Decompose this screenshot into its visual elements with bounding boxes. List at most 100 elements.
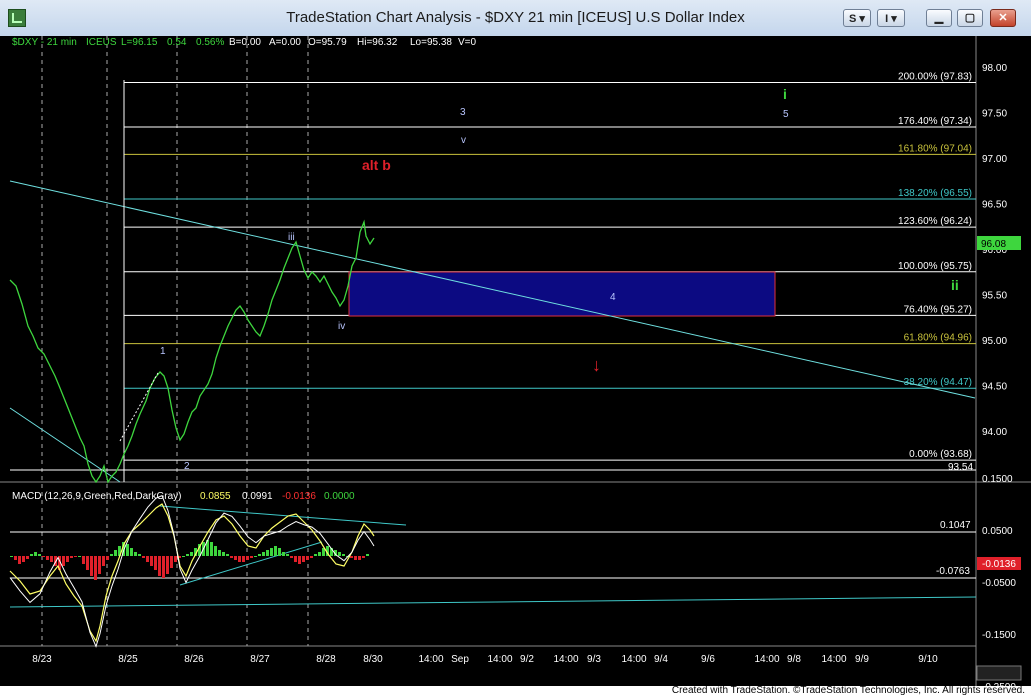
symbol-label: $DXY - 21 min <box>12 37 77 48</box>
wave-v-label: v <box>461 135 466 146</box>
close-button[interactable]: ✕ <box>990 9 1016 27</box>
macd-histogram-bar <box>110 554 113 556</box>
bid-value: B=0.00 <box>229 37 261 48</box>
change-pct: 0.56% <box>196 37 224 48</box>
price-line[interactable] <box>9 219 375 484</box>
macd-axis-label: 0.0500 <box>982 526 1013 537</box>
i-menu-button[interactable]: I ▾ <box>877 9 905 27</box>
s-button-label: S <box>849 13 857 25</box>
open-value: O=95.79 <box>308 37 347 48</box>
chart-area[interactable]: 200.00% (97.83) 176.40% (97.34) 161.80% (9… <box>0 36 1031 693</box>
macd-histogram-bar <box>306 556 309 560</box>
macd-value-2: 0.0991 <box>242 491 273 502</box>
macd-histogram-bar <box>338 552 341 556</box>
macd-header: MACD (12,26,9,Green,Red,DarkGray) 0.0855… <box>12 491 355 502</box>
macd-histogram-bar <box>34 552 37 556</box>
macd-histogram-bar <box>190 552 193 556</box>
fib-level-label: 38.20% (94.47) <box>904 377 972 388</box>
time-axis-label: 8/28 <box>316 654 336 665</box>
macd-axis-label: 0.1500 <box>982 474 1013 485</box>
macd-histogram-bar <box>238 556 241 562</box>
macd-upper-tag: 0.1047 <box>940 520 971 531</box>
macd-histogram-bar <box>102 556 105 566</box>
minimize-button[interactable]: ▁ <box>926 9 952 27</box>
fib-level-label: 161.80% (97.04) <box>898 143 972 154</box>
macd-histogram-bar <box>10 556 13 557</box>
maximize-icon: ▢ <box>964 12 976 24</box>
macd-histogram-bar <box>298 556 301 564</box>
fib-level-label: 200.00% (97.83) <box>898 71 972 82</box>
price-axis-label: 98.00 <box>982 63 1007 74</box>
macd-histogram-bar <box>278 548 281 556</box>
time-axis-label: 9/4 <box>654 654 668 665</box>
time-axis-label: 9/6 <box>701 654 715 665</box>
macd-histogram-bar <box>210 542 213 556</box>
time-axis-label: 14:00 <box>821 654 846 665</box>
wave-5-label: 5 <box>783 109 789 120</box>
ask-value: A=0.00 <box>269 37 301 48</box>
footer: Created with TradeStation. ©TradeStation… <box>0 685 1031 698</box>
macd-histogram-bar <box>270 548 273 556</box>
title-bar: TradeStation Chart Analysis - $DXY 21 mi… <box>0 0 1031 37</box>
macd-histogram-bar <box>302 556 305 562</box>
macd-value-1: 0.0855 <box>200 491 231 502</box>
macd-histogram-bar <box>274 546 277 556</box>
time-axis-label: 14:00 <box>621 654 646 665</box>
base-level-tag: 93.54 <box>948 462 973 473</box>
macd-histogram-bar <box>86 556 89 570</box>
wave-4-target-zone[interactable] <box>348 271 776 317</box>
s-menu-button[interactable]: S ▾ <box>843 9 871 27</box>
macd-histogram-bar <box>310 556 313 558</box>
time-axis: 8/23 8/25 8/26 8/27 8/28 8/30 14:00 Sep 14:00 9/2… <box>32 654 938 665</box>
macd-lower-tag: -0.0763 <box>936 566 970 577</box>
time-axis-label: 8/26 <box>184 654 204 665</box>
macd-histogram-bar <box>266 550 269 556</box>
macd-value-4: 0.0000 <box>324 491 355 502</box>
macd-histogram-bar <box>114 550 117 556</box>
time-axis-label: 8/23 <box>32 654 52 665</box>
macd-histogram-bar <box>250 556 253 558</box>
footer-copyright: Created with TradeStation. ©TradeStation… <box>671 685 1025 696</box>
macd-top-trendline <box>159 505 407 526</box>
macd-histogram-bar <box>354 556 357 560</box>
macd-histogram-bar <box>342 554 345 556</box>
macd-histogram-bar <box>242 556 245 562</box>
macd-histogram-bar <box>90 556 93 576</box>
macd-histogram-bar <box>94 556 97 580</box>
fib-level-label: 123.60% (96.24) <box>898 216 972 227</box>
time-axis-label: 9/3 <box>587 654 601 665</box>
price-axis-label: 97.50 <box>982 109 1007 120</box>
wave-2-label: 2 <box>184 461 190 472</box>
time-axis-label: 8/27 <box>250 654 270 665</box>
chart-header: $DXY - 21 min ICEUS L=96.15 0.54 0.56% B… <box>12 37 477 48</box>
time-axis-label: 9/2 <box>520 654 534 665</box>
chart-canvas[interactable]: 200.00% (97.83) 176.40% (97.34) 161.80% (9… <box>0 36 1031 693</box>
macd-histogram-bar <box>138 554 141 556</box>
macd-histogram-bar <box>106 556 109 560</box>
wave-iv-label: iv <box>338 321 345 332</box>
macd-histogram-bar <box>214 546 217 556</box>
fib-level-label: 176.40% (97.34) <box>898 116 972 127</box>
chart-scrollbar[interactable] <box>976 665 1022 681</box>
time-axis-label: 8/30 <box>363 654 383 665</box>
macd-histogram-bar <box>14 556 17 560</box>
macd-bottom-trendline <box>9 596 977 608</box>
lower-trendline[interactable] <box>9 407 121 483</box>
upper-trendline[interactable] <box>9 180 976 399</box>
macd-histogram-bar <box>314 554 317 556</box>
macd-histogram-bar <box>26 556 29 559</box>
current-price-label: 96.08 <box>981 239 1006 250</box>
price-axis-label: 94.50 <box>982 382 1007 393</box>
maximize-button[interactable]: ▢ <box>957 9 983 27</box>
last-price: L=96.15 <box>121 37 158 48</box>
macd-histogram-bar <box>142 556 145 558</box>
macd-histogram-bar <box>42 556 45 557</box>
macd-histogram-bar <box>286 554 289 556</box>
time-axis-label: 9/10 <box>918 654 938 665</box>
close-icon: ✕ <box>998 12 1008 24</box>
price-axis-label: 94.00 <box>982 427 1007 438</box>
macd-title: MACD (12,26,9,Green,Red,DarkGray) <box>12 491 182 502</box>
macd-histogram-bar <box>230 556 233 558</box>
high-value: Hi=96.32 <box>357 37 398 48</box>
macd-histogram-bar <box>182 556 185 557</box>
